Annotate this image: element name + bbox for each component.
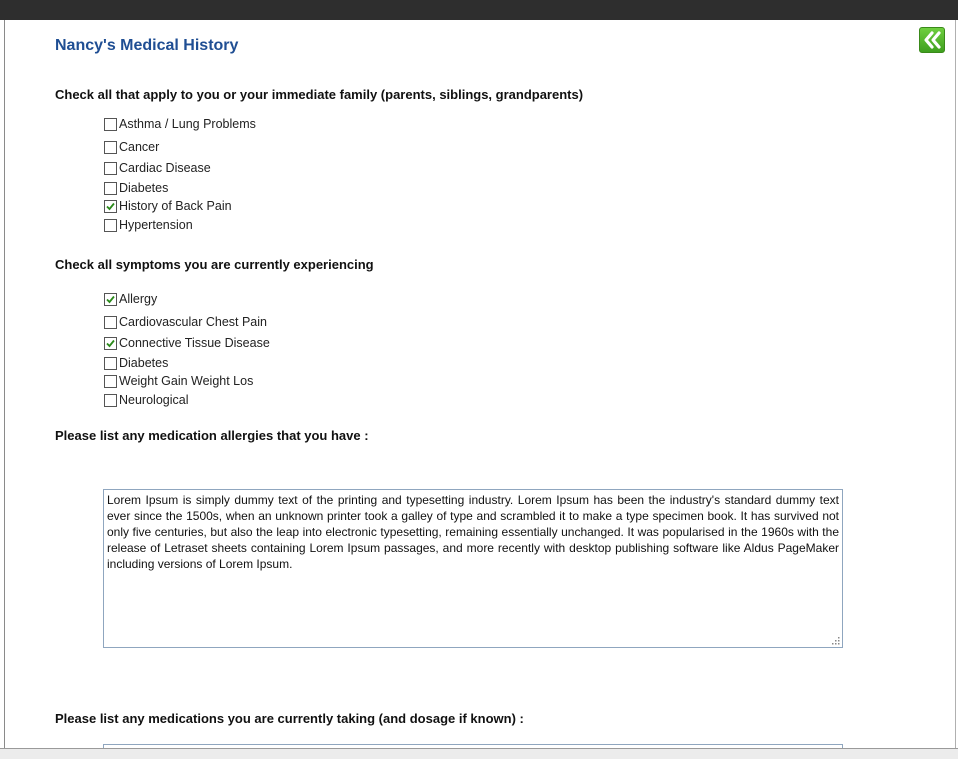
checkbox[interactable]	[104, 393, 117, 407]
symptom-option[interactable]: Neurological	[104, 392, 188, 408]
option-label: Hypertension	[119, 218, 193, 232]
family-history-heading: Check all that apply to you or your imme…	[55, 87, 584, 102]
checkbox[interactable]	[104, 199, 117, 213]
medications-heading: Please list any medications you are curr…	[55, 711, 524, 726]
checkmark-icon	[106, 339, 115, 347]
option-label: Cardiovascular Chest Pain	[119, 315, 267, 329]
checkbox[interactable]	[104, 218, 117, 232]
page-title: Nancy's Medical History	[55, 37, 239, 54]
option-label: Neurological	[119, 393, 189, 407]
checkbox[interactable]	[104, 356, 117, 370]
option-label: Cardiac Disease	[119, 161, 211, 175]
medical-history-form: Nancy's Medical History Check all that a…	[4, 20, 956, 748]
family-history-option[interactable]: Cardiac Disease	[104, 160, 211, 176]
symptom-option[interactable]: Connective Tissue Disease	[104, 335, 270, 351]
checkmark-icon	[106, 202, 115, 210]
symptom-option[interactable]: Diabetes	[104, 355, 168, 371]
checkbox[interactable]	[104, 117, 117, 131]
allergies-textarea[interactable]: Lorem Ipsum is simply dummy text of the …	[103, 489, 843, 648]
family-history-option[interactable]: Hypertension	[104, 217, 193, 233]
option-label: Connective Tissue Disease	[119, 336, 270, 350]
option-label: Cancer	[119, 140, 160, 154]
back-button[interactable]	[919, 27, 945, 53]
horizontal-scrollbar[interactable]	[0, 748, 958, 759]
allergies-text: Lorem Ipsum is simply dummy text of the …	[107, 493, 839, 571]
option-label: Asthma / Lung Problems	[119, 117, 256, 131]
symptom-option[interactable]: Cardiovascular Chest Pain	[104, 314, 267, 330]
resize-grip-icon[interactable]	[830, 635, 840, 645]
checkbox[interactable]	[104, 140, 117, 154]
symptom-option[interactable]: Weight Gain Weight Los	[104, 373, 253, 389]
family-history-option[interactable]: Diabetes	[104, 180, 168, 196]
option-label: Allergy	[119, 292, 158, 306]
symptom-option[interactable]: Allergy	[104, 291, 157, 307]
family-history-option[interactable]: Asthma / Lung Problems	[104, 116, 256, 132]
symptoms-heading: Check all symptoms you are currently exp…	[55, 257, 374, 272]
checkmark-icon	[106, 295, 115, 303]
checkbox[interactable]	[104, 336, 117, 350]
checkbox[interactable]	[104, 374, 117, 388]
family-history-option[interactable]: Cancer	[104, 139, 159, 155]
option-label: Diabetes	[119, 356, 169, 370]
double-chevron-left-icon	[924, 31, 941, 49]
allergies-heading: Please list any medication allergies tha…	[55, 428, 369, 443]
option-label: Diabetes	[119, 181, 169, 195]
checkbox[interactable]	[104, 292, 117, 306]
option-label: History of Back Pain	[119, 199, 232, 213]
checkbox[interactable]	[104, 161, 117, 175]
top-bar	[0, 0, 958, 20]
option-label: Weight Gain Weight Los	[119, 374, 254, 388]
checkbox[interactable]	[104, 315, 117, 329]
family-history-option[interactable]: History of Back Pain	[104, 198, 232, 214]
checkbox[interactable]	[104, 181, 117, 195]
